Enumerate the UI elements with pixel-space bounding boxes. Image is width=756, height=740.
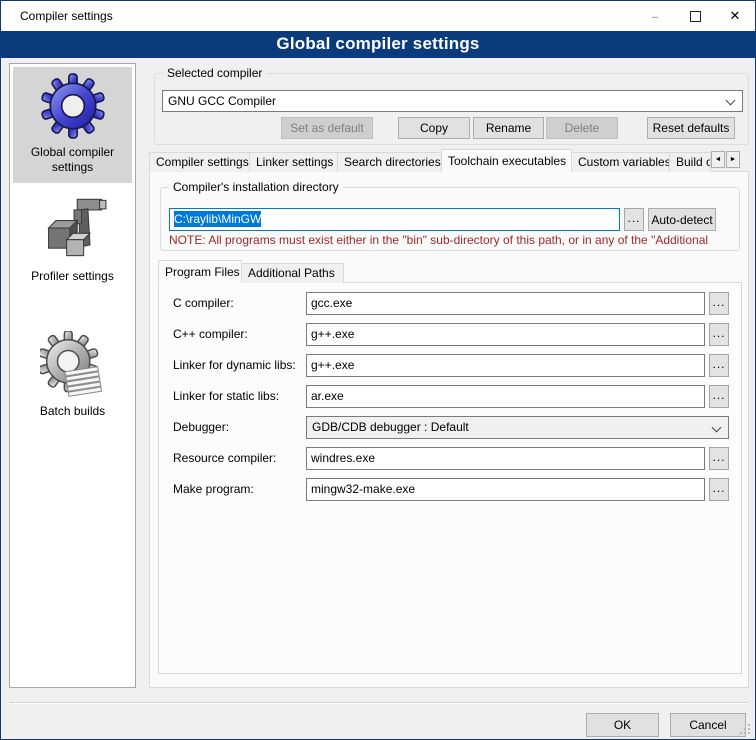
- cpp-compiler-input[interactable]: g++.exe: [306, 323, 705, 346]
- chevron-down-icon: [712, 423, 722, 433]
- chevron-down-icon: [726, 96, 736, 106]
- selected-compiler-group-label: Selected compiler: [163, 66, 266, 81]
- gear-blue-icon: [15, 72, 130, 140]
- make-program-browse-button[interactable]: ...: [709, 478, 729, 501]
- close-icon[interactable]: ✕: [715, 1, 755, 31]
- compiler-tabs: Compiler settings Linker settings Search…: [149, 149, 741, 172]
- static-linker-label: Linker for static libs:: [173, 385, 279, 408]
- resource-compiler-label: Resource compiler:: [173, 447, 276, 470]
- make-program-input[interactable]: mingw32-make.exe: [306, 478, 705, 501]
- resource-compiler-browse-button[interactable]: ...: [709, 447, 729, 470]
- install-dir-group: Compiler's installation directory C:\ray…: [160, 187, 740, 251]
- window-title: Compiler settings: [1, 9, 113, 23]
- tab-scroll-right-icon[interactable]: ►: [726, 151, 740, 168]
- sidebar-item-label: Profiler settings: [15, 269, 130, 284]
- maximize-icon[interactable]: [675, 1, 715, 31]
- cpp-compiler-browse-button[interactable]: ...: [709, 323, 729, 346]
- resize-grip[interactable]: [748, 732, 750, 734]
- window-controls: – ✕: [635, 1, 755, 31]
- dynamic-linker-browse-button[interactable]: ...: [709, 354, 729, 377]
- minimize-icon: –: [635, 1, 675, 31]
- cpp-compiler-label: C++ compiler:: [173, 323, 248, 346]
- c-compiler-browse-button[interactable]: ...: [709, 292, 729, 315]
- compiler-settings-dialog: Compiler settings – ✕ Global compiler se…: [0, 0, 756, 740]
- sidebar-item-label: Batch builds: [15, 404, 130, 419]
- static-linker-input[interactable]: ar.exe: [306, 385, 705, 408]
- footer-divider: [10, 702, 748, 704]
- reset-defaults-button[interactable]: Reset defaults: [647, 117, 735, 139]
- tab-linker-settings[interactable]: Linker settings: [249, 152, 338, 172]
- auto-detect-button[interactable]: Auto-detect: [648, 208, 716, 231]
- c-compiler-input[interactable]: gcc.exe: [306, 292, 705, 315]
- debugger-select[interactable]: GDB/CDB debugger : Default: [306, 416, 729, 439]
- cancel-button[interactable]: Cancel: [670, 713, 746, 737]
- program-files-tabs: Program Files Additional Paths: [158, 258, 343, 283]
- install-dir-group-label: Compiler's installation directory: [169, 180, 343, 195]
- settings-category-list: Global compiler settings: [9, 63, 136, 688]
- tab-toolchain-executables[interactable]: Toolchain executables: [441, 149, 572, 172]
- title-bar: Compiler settings – ✕: [1, 1, 755, 31]
- c-compiler-label: C compiler:: [173, 292, 234, 315]
- debugger-select-value: GDB/CDB debugger : Default: [312, 420, 469, 434]
- copy-button[interactable]: Copy: [398, 117, 470, 139]
- subtab-program-files[interactable]: Program Files: [158, 260, 242, 283]
- dynamic-linker-input[interactable]: g++.exe: [306, 354, 705, 377]
- dynamic-linker-label: Linker for dynamic libs:: [173, 354, 296, 377]
- install-dir-browse-button[interactable]: ...: [624, 208, 644, 231]
- profiler-caliper-icon: [15, 192, 130, 264]
- static-linker-browse-button[interactable]: ...: [709, 385, 729, 408]
- resource-compiler-input[interactable]: windres.exe: [306, 447, 705, 470]
- page-title: Global compiler settings: [1, 31, 755, 58]
- program-files-panel: C compiler: gcc.exe ... C++ compiler: g+…: [158, 282, 742, 674]
- tab-custom-variables[interactable]: Custom variables: [571, 152, 670, 172]
- compiler-select[interactable]: GNU GCC Compiler: [162, 90, 743, 112]
- ok-button[interactable]: OK: [586, 713, 659, 737]
- make-program-label: Make program:: [173, 478, 254, 501]
- subtab-additional-paths[interactable]: Additional Paths: [241, 263, 344, 283]
- tab-build-options[interactable]: Build options: [669, 152, 711, 172]
- set-as-default-button[interactable]: Set as default: [281, 117, 373, 139]
- sidebar-item-profiler-settings[interactable]: Profiler settings: [13, 187, 132, 292]
- selected-compiler-group: Selected compiler GNU GCC Compiler Set a…: [154, 73, 749, 145]
- tab-scroll-left-icon[interactable]: ◄: [711, 151, 725, 168]
- install-dir-value: C:\raylib\MinGW: [174, 211, 261, 227]
- delete-button[interactable]: Delete: [546, 117, 618, 139]
- install-dir-input[interactable]: C:\raylib\MinGW: [169, 208, 620, 231]
- compiler-select-value: GNU GCC Compiler: [168, 94, 276, 108]
- debugger-label: Debugger:: [173, 416, 229, 439]
- sidebar-item-global-compiler-settings[interactable]: Global compiler settings: [13, 67, 132, 183]
- batch-builds-icon: [15, 331, 130, 399]
- tab-compiler-settings[interactable]: Compiler settings: [149, 152, 250, 172]
- sidebar-item-batch-builds[interactable]: Batch builds: [13, 326, 132, 427]
- toolchain-executables-page: Compiler's installation directory C:\ray…: [149, 171, 749, 688]
- tab-search-directories[interactable]: Search directories: [337, 152, 442, 172]
- rename-button[interactable]: Rename: [473, 117, 544, 139]
- install-dir-note: NOTE: All programs must exist either in …: [169, 233, 735, 247]
- sidebar-item-label: Global compiler settings: [15, 145, 130, 175]
